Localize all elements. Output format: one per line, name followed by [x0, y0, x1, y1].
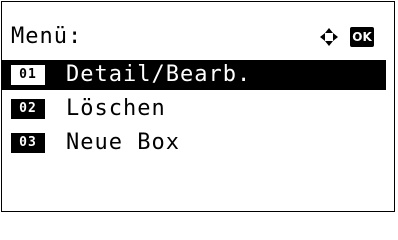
- menu-item-number: 01: [11, 65, 45, 85]
- menu-item-label: Detail/Bearb.: [66, 62, 252, 87]
- ok-key-icon: OK: [350, 27, 374, 47]
- menu-item-new-box[interactable]: 03 Neue Box: [2, 126, 394, 160]
- menu-item-number: 02: [11, 99, 45, 119]
- menu-item-delete[interactable]: 02 Löschen: [2, 92, 394, 126]
- page-title: Menü:: [11, 24, 83, 49]
- lcd-screen: Menü: OK 01 Detail/Bearb. 02 Löschen 03 …: [1, 1, 395, 212]
- menu-header: Menü: OK: [2, 20, 394, 54]
- menu-item-number: 03: [11, 133, 45, 153]
- menu-item-label: Neue Box: [66, 130, 180, 155]
- menu-item-detail-edit[interactable]: 01 Detail/Bearb.: [2, 58, 394, 92]
- four-way-arrow-icon: [320, 28, 338, 46]
- menu-item-label: Löschen: [66, 96, 166, 121]
